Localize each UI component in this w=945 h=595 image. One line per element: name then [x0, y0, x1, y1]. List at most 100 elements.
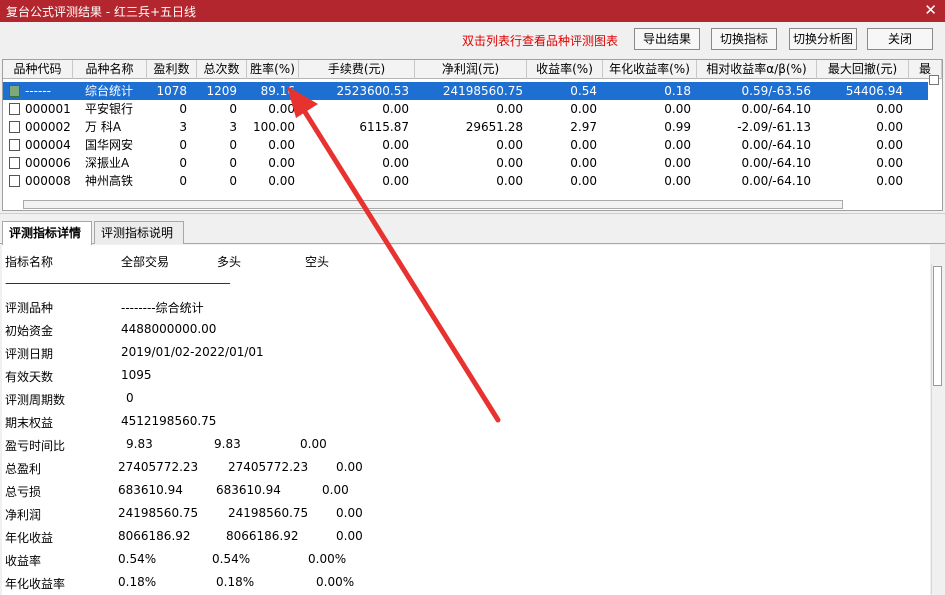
detail-value: 9.83: [126, 437, 153, 451]
detail-scrollbar-thumb[interactable]: [933, 266, 942, 386]
cell-winrate: 100.00: [253, 120, 295, 134]
panel-splitter[interactable]: [0, 213, 945, 218]
column-header[interactable]: 最大回撤(元): [817, 60, 909, 79]
cell-name: 神州高铁: [85, 174, 134, 188]
cell-drawdown: 0.00: [876, 138, 903, 152]
detail-label: 评测品种: [5, 301, 54, 315]
cell-annual: 0.00: [664, 102, 691, 116]
table-row[interactable]: 000008 神州高铁 0 0 0.00 0.00 0.00 0.00 0.00 0.00/-64…: [3, 172, 928, 190]
detail-value: 8066186.92: [118, 529, 191, 543]
column-header[interactable]: 净利润(元): [415, 60, 527, 79]
title-bar: 复台公式评测结果 - 红三兵+五日线 ✕: [0, 0, 945, 22]
close-window-icon[interactable]: ✕: [924, 1, 937, 19]
cell-annual: 0.18: [664, 84, 691, 98]
column-header[interactable]: 总次数: [197, 60, 247, 79]
detail-tabs: 评测指标详情 评测指标说明: [0, 220, 945, 245]
column-header[interactable]: 品种代码: [3, 60, 73, 79]
cell-winrate: 0.00: [268, 174, 295, 188]
detail-value: 0.00%: [316, 575, 355, 589]
cell-winrate: 0.00: [268, 138, 295, 152]
switch-chart-button[interactable]: 切换分析图: [789, 28, 857, 50]
detail-label: 年化收益率: [5, 577, 66, 591]
detail-value: 0: [126, 391, 134, 405]
column-header[interactable]: 收益率(%): [527, 60, 603, 79]
cell-name: 平安银行: [85, 102, 134, 116]
table-row[interactable]: 000002 万 科A 3 3 100.00 6115.87 29651.28 2.97 0.9…: [3, 118, 928, 136]
table-row[interactable]: 000004 国华网安 0 0 0.00 0.00 0.00 0.00 0.00 0.00/-64…: [3, 136, 928, 154]
cell-fee: 2523600.53: [336, 84, 409, 98]
column-header[interactable]: 品种名称: [73, 60, 147, 79]
cell-annual: 0.00: [664, 174, 691, 188]
tab-indicator-detail[interactable]: 评测指标详情: [2, 221, 92, 245]
detail-value: 4512198560.75: [121, 414, 217, 428]
cell-profit: 0.00: [496, 174, 523, 188]
detail-value: 24198560.75: [118, 506, 199, 520]
cell-drawdown: 0.00: [876, 120, 903, 134]
tab-indicator-description[interactable]: 评测指标说明: [94, 221, 184, 244]
table-row[interactable]: 000001 平安银行 0 0 0.00 0.00 0.00 0.00 0.00 0.00/-64…: [3, 100, 928, 118]
detail-label: 期末权益: [5, 416, 54, 430]
detail-value: 1095: [121, 368, 152, 382]
cell-name: 万 科A: [85, 120, 122, 134]
detail-value: 0.00: [300, 437, 327, 451]
detail-header-short: 空头: [305, 255, 330, 269]
detail-value: 0.00: [336, 529, 363, 543]
detail-value: 9.83: [214, 437, 241, 451]
switch-indicator-button[interactable]: 切换指标: [711, 28, 777, 50]
cell-fee: 0.00: [382, 156, 409, 170]
column-header[interactable]: 盈利数: [147, 60, 197, 79]
table-row[interactable]: 000006 深振业A 0 0 0.00 0.00 0.00 0.00 0.00 0.00/-64…: [3, 154, 928, 172]
detail-label: 初始资金: [5, 324, 54, 338]
detail-value: 0.00%: [308, 552, 347, 566]
detail-value: 4488000000.00: [121, 322, 217, 336]
toolbar: 双击列表行查看品种评测图表 导出结果 切换指标 切换分析图 关闭: [0, 22, 945, 56]
cell-wins: 0: [179, 138, 187, 152]
results-table: 品种代码 品种名称 盈利数 总次数 胜率(%) 手续费(元) 净利润(元) 收益率(%) 年化收…: [2, 59, 943, 211]
cell-wins: 3: [179, 120, 187, 134]
row-document-icon: [9, 139, 20, 151]
detail-value: 2019/01/02-2022/01/01: [121, 345, 264, 359]
detail-label: 年化收益: [5, 531, 54, 545]
hint-text: 双击列表行查看品种评测图表: [462, 34, 619, 48]
cell-ret: 0.00: [570, 102, 597, 116]
cell-fee: 0.00: [382, 174, 409, 188]
row-document-icon: [9, 85, 20, 97]
cell-relative: 0.00/-64.10: [741, 174, 811, 188]
detail-value: --------综合统计: [121, 301, 204, 315]
detail-label: 评测周期数: [5, 393, 66, 407]
cell-relative: 0.00/-64.10: [741, 138, 811, 152]
cell-profit: 0.00: [496, 138, 523, 152]
cell-name: 深振业A: [85, 156, 130, 170]
column-header[interactable]: 相对收益率α/β(%): [697, 60, 817, 79]
cell-ret: 0.00: [570, 156, 597, 170]
detail-value: 24198560.75: [228, 506, 309, 520]
close-button[interactable]: 关闭: [867, 28, 933, 50]
cell-profit: 24198560.75: [442, 84, 523, 98]
detail-vertical-scrollbar[interactable]: [931, 264, 942, 594]
cell-winrate: 89.16: [260, 84, 295, 98]
detail-header-all: 全部交易: [121, 255, 170, 269]
column-header[interactable]: 年化收益率(%): [603, 60, 697, 79]
table-scroll-button[interactable]: [929, 75, 939, 85]
cell-ret: 2.97: [570, 120, 597, 134]
export-results-button[interactable]: 导出结果: [634, 28, 700, 50]
table-horizontal-scrollbar[interactable]: [23, 200, 843, 209]
table-row[interactable]: ------ 综台统计 1078 1209 89.16 2523600.53 2419856…: [3, 82, 928, 100]
detail-label: 总亏损: [5, 485, 42, 499]
cell-wins: 0: [179, 102, 187, 116]
cell-name: 国华网安: [85, 138, 134, 152]
column-header[interactable]: 胜率(%): [247, 60, 299, 79]
indicator-detail-panel: 指标名称 全部交易 多头 空头 ------------------------…: [2, 245, 930, 595]
detail-value: 0.00: [322, 483, 349, 497]
cell-total: 1209: [206, 84, 237, 98]
detail-label: 净利润: [5, 508, 42, 522]
column-header[interactable]: 手续费(元): [299, 60, 415, 79]
cell-ret: 0.00: [570, 174, 597, 188]
detail-value: 27405772.23: [228, 460, 309, 474]
detail-value: 0.18%: [216, 575, 255, 589]
detail-separator: ----------------------------------------…: [5, 276, 231, 290]
detail-value: 0.00: [336, 460, 363, 474]
cell-annual: 0.99: [664, 120, 691, 134]
cell-code: 000008: [25, 174, 71, 188]
detail-value: 683610.94: [216, 483, 281, 497]
